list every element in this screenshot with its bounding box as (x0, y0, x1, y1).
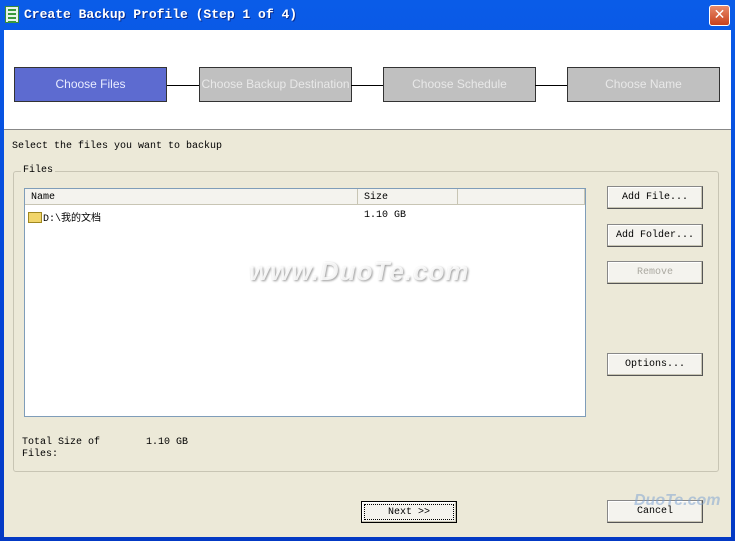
step-choose-destination: Choose Backup Destination (199, 67, 352, 102)
files-group-title: Files (21, 165, 56, 176)
total-size-value: 1.10 GB (146, 437, 189, 448)
step-choose-files: Choose Files (14, 67, 167, 102)
dialog-body: Choose Files Choose Backup Destination C… (4, 30, 731, 537)
title-bar[interactable]: Create Backup Profile (Step 1 of 4) ✕ (0, 0, 735, 30)
file-size: 1.10 GB (364, 210, 407, 221)
add-folder-button[interactable]: Add Folder... (607, 224, 703, 247)
window-title: Create Backup Profile (Step 1 of 4) (24, 7, 298, 22)
app-icon (5, 6, 19, 23)
list-item[interactable]: D:\我的文档 (28, 209, 101, 225)
file-name: D:\我的文档 (43, 214, 102, 225)
column-header-empty (458, 189, 585, 205)
remove-button[interactable]: Remove (607, 261, 703, 284)
watermark-logo: DuoTe.com (634, 492, 721, 509)
column-header-size[interactable]: Size (358, 189, 458, 205)
folder-icon (28, 212, 42, 223)
files-list[interactable]: Name Size D:\我的文档 1.10 GB (24, 188, 586, 417)
instruction-text: Select the files you want to backup (12, 141, 223, 152)
total-size-label: Total Size of Files: (22, 437, 101, 460)
step-choose-schedule: Choose Schedule (383, 67, 536, 102)
close-icon[interactable]: ✕ (709, 5, 730, 26)
options-button[interactable]: Options... (607, 353, 703, 376)
wizard-steps: Choose Files Choose Backup Destination C… (4, 30, 731, 130)
add-file-button[interactable]: Add File... (607, 186, 703, 209)
column-header-name[interactable]: Name (25, 189, 358, 205)
dialog-window: Create Backup Profile (Step 1 of 4) ✕ Ch… (0, 0, 735, 541)
step-connector (167, 85, 199, 86)
next-button[interactable]: Next >> (361, 501, 457, 523)
watermark: www.DuoTe.com (249, 256, 470, 286)
step-connector (535, 85, 567, 86)
step-choose-name: Choose Name (567, 67, 720, 102)
step-connector (351, 85, 383, 86)
